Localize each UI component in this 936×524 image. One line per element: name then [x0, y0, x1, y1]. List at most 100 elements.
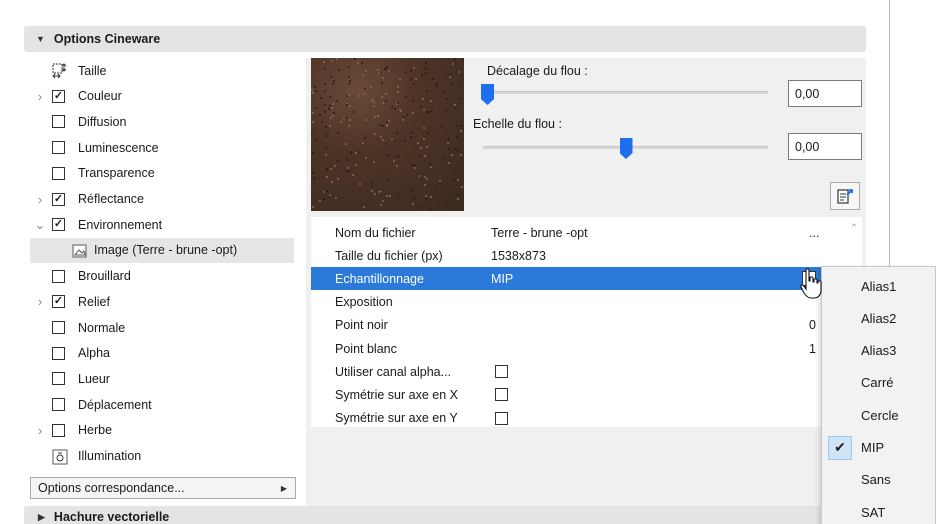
- property-key: Symétrie sur axe en Y: [335, 411, 458, 426]
- chevron-right-icon[interactable]: ›: [34, 294, 46, 309]
- checkbox[interactable]: [52, 166, 65, 180]
- tree-item-label: Lueur: [78, 371, 110, 386]
- tree-item-label: Normale: [78, 320, 126, 335]
- checkbox[interactable]: [52, 398, 65, 412]
- property-right-value[interactable]: ...: [809, 226, 819, 240]
- tree-item-label: Luminescence: [78, 140, 159, 155]
- checked-checkbox[interactable]: ✓: [52, 192, 65, 206]
- checkbox[interactable]: [52, 346, 65, 360]
- chevron-right-icon[interactable]: ›: [34, 192, 46, 207]
- property-checkbox[interactable]: [495, 411, 508, 425]
- property-checkbox[interactable]: [495, 365, 508, 379]
- tree-item-label: Diffusion: [78, 114, 127, 129]
- property-right-value: 1: [809, 341, 816, 356]
- property-value: MIP: [491, 271, 514, 286]
- property-key: Symétrie sur axe en X: [335, 387, 458, 402]
- property-key: Echantillonnage: [335, 271, 424, 286]
- tree-item[interactable]: Image (Terre - brune -opt): [30, 237, 294, 263]
- property-row[interactable]: Echantillonnage MIP: [311, 267, 848, 291]
- edit-texture-button[interactable]: [830, 182, 860, 210]
- tree-item[interactable]: › Herbe: [30, 418, 294, 443]
- property-row[interactable]: Symétrie sur axe en Y: [311, 407, 848, 430]
- menu-item[interactable]: SAT: [822, 496, 936, 524]
- checkbox[interactable]: [52, 115, 65, 129]
- tree-item[interactable]: Transparence: [30, 161, 294, 186]
- property-row[interactable]: Utiliser canal alpha...: [311, 360, 848, 383]
- property-row[interactable]: Exposition: [311, 291, 848, 314]
- sampling-dropdown-menu: Alias1 Alias2 Alias3 Carré Cercle ✔ MIP Sans SAT: [821, 266, 936, 524]
- tree-item-label: Illumination: [78, 449, 142, 463]
- menu-item[interactable]: Sans: [822, 464, 936, 496]
- tree-item[interactable]: Luminescence: [30, 135, 294, 160]
- property-key: Point noir: [335, 318, 388, 333]
- blur-offset-input[interactable]: 0,00: [788, 80, 862, 107]
- tree-item[interactable]: › ✓ Couleur: [30, 84, 294, 109]
- tree-item[interactable]: Lueur: [30, 366, 294, 391]
- checkbox[interactable]: [52, 321, 65, 334]
- tree-item-label: Transparence: [78, 166, 155, 181]
- property-row[interactable]: Nom du fichier Terre - brune -opt...: [311, 221, 848, 244]
- checkbox[interactable]: [52, 141, 65, 155]
- tree-item-label: Réflectance: [78, 192, 145, 206]
- property-key: Utiliser canal alpha...: [335, 364, 452, 379]
- tree-item-label: Environnement: [78, 217, 163, 232]
- property-checkbox[interactable]: [495, 388, 508, 402]
- tree-item[interactable]: Normale: [30, 315, 294, 340]
- blur-offset-label: Décalage du flou :: [487, 64, 588, 78]
- expand-triangle-icon: ▶: [38, 511, 45, 522]
- scroll-up-icon[interactable]: ⌃: [850, 223, 858, 234]
- blur-scale-input[interactable]: 0,00: [788, 133, 862, 160]
- chevron-right-icon[interactable]: ›: [34, 89, 46, 104]
- checked-checkbox[interactable]: ✓: [52, 89, 65, 103]
- texture-thumbnail: [311, 58, 464, 211]
- property-row[interactable]: Point noir 0: [311, 314, 848, 337]
- section-header-hachure[interactable]: ▶ Hachure vectorielle: [24, 506, 866, 524]
- menu-item-label: Carré: [861, 375, 894, 391]
- menu-item[interactable]: Cercle: [822, 399, 936, 431]
- tree-item[interactable]: Diffusion: [30, 109, 294, 134]
- options-button-label: Options correspondance...: [38, 481, 185, 495]
- tree-item[interactable]: Déplacement: [30, 392, 294, 417]
- tree-item-label: Herbe: [78, 423, 113, 438]
- tree-item-label: Couleur: [78, 89, 122, 104]
- tree-item-label: Taille: [78, 63, 107, 78]
- menu-item[interactable]: Alias2: [822, 302, 936, 334]
- options-correspondance-button[interactable]: Options correspondance... ▶: [30, 477, 296, 499]
- tree-item[interactable]: ⌄ ✓ Environnement: [30, 212, 294, 237]
- resize-icon: [52, 63, 67, 79]
- menu-item[interactable]: Alias1: [822, 270, 936, 302]
- menu-item[interactable]: Carré: [822, 367, 936, 399]
- checked-checkbox[interactable]: ✓: [52, 295, 65, 309]
- property-row[interactable]: Taille du fichier (px) 1538x873: [311, 244, 848, 267]
- section-header-cineware[interactable]: ▼ Options Cineware: [24, 26, 866, 52]
- tree-item[interactable]: Alpha: [30, 341, 294, 366]
- menu-item-label: Sans: [861, 472, 891, 488]
- collapse-triangle-icon: ▼: [36, 34, 45, 44]
- tree-item[interactable]: › ✓ Relief: [30, 289, 294, 314]
- chevron-right-icon[interactable]: ›: [34, 423, 46, 438]
- menu-item[interactable]: ✔ MIP: [822, 432, 936, 464]
- checkbox[interactable]: [52, 423, 65, 437]
- chevron-down-icon[interactable]: ⌄: [34, 217, 46, 233]
- menu-item-label: MIP: [861, 440, 885, 455]
- image-icon: [72, 243, 87, 258]
- property-key: Nom du fichier: [335, 225, 416, 240]
- tree-item-label: Relief: [78, 294, 110, 309]
- submenu-arrow-icon: ▶: [280, 483, 287, 493]
- menu-item-label: SAT: [861, 504, 886, 520]
- property-row[interactable]: Symétrie sur axe en X: [311, 383, 848, 406]
- tree-item[interactable]: Brouillard: [30, 264, 294, 289]
- tree-item[interactable]: Illumination: [30, 444, 294, 469]
- checked-checkbox[interactable]: ✓: [52, 218, 65, 232]
- tree-item-label: Alpha: [78, 346, 110, 361]
- menu-item[interactable]: Alias3: [822, 335, 936, 367]
- property-key: Point blanc: [335, 341, 397, 356]
- menu-item-label: Alias2: [861, 310, 897, 326]
- checkbox[interactable]: [52, 269, 65, 283]
- tree-item[interactable]: Taille: [30, 58, 294, 83]
- tree-item[interactable]: › ✓ Réflectance: [30, 187, 294, 212]
- property-row[interactable]: Point blanc 1: [311, 337, 848, 360]
- checkbox[interactable]: [52, 372, 65, 386]
- tree-item-label: Déplacement: [78, 397, 152, 412]
- blur-offset-slider-track[interactable]: [483, 91, 768, 94]
